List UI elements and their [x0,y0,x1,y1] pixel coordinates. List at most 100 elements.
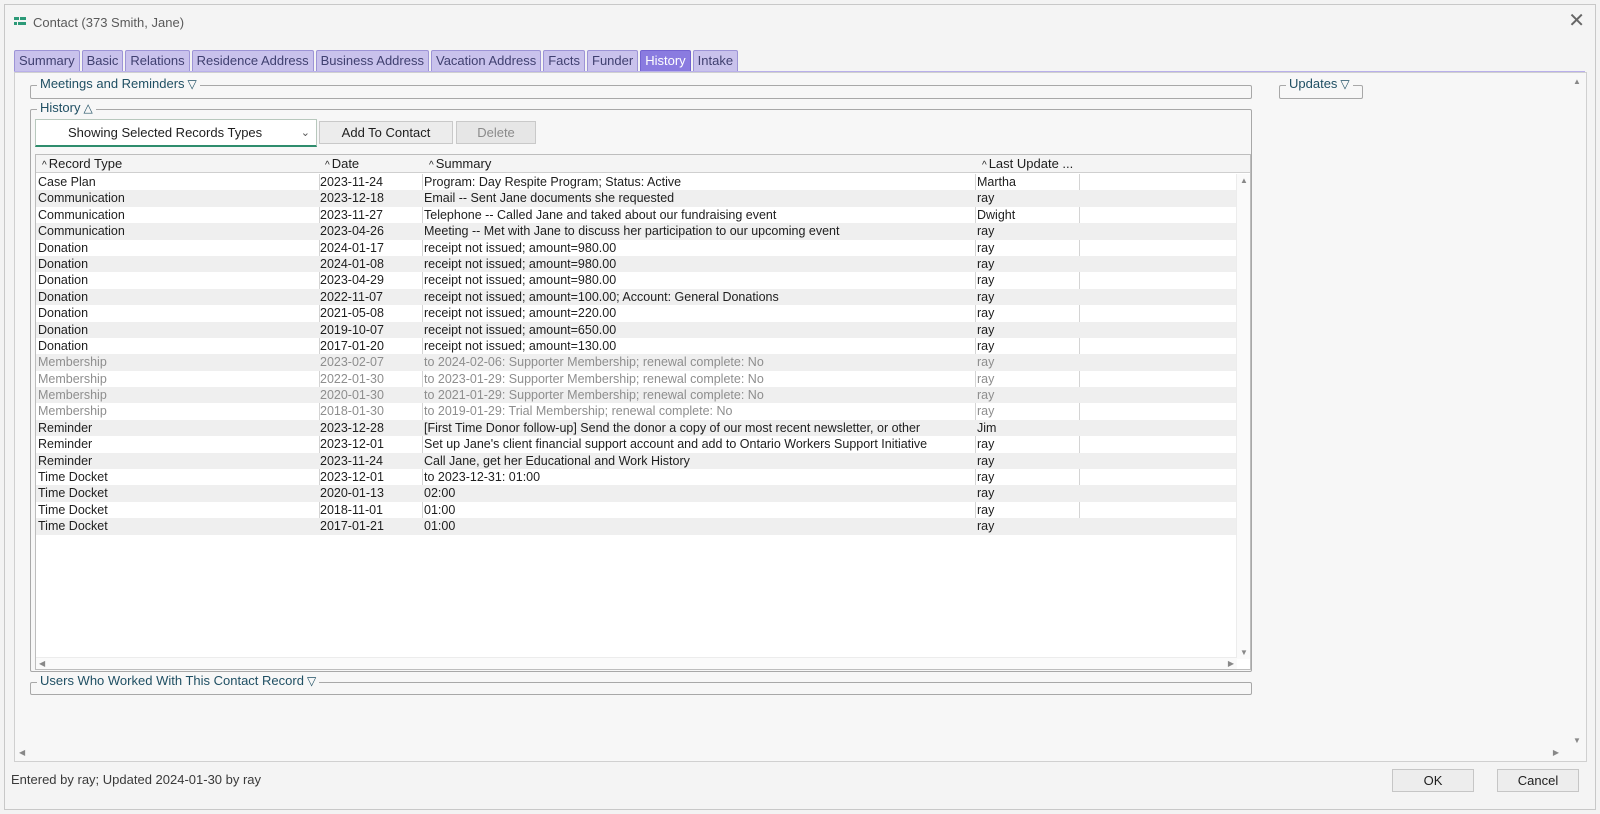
history-label: History [40,100,81,115]
tab-relations[interactable]: Relations [125,50,190,71]
record-type-cell: Membership [38,355,107,370]
summary-cell: Set up Jane's client financial support a… [424,437,928,452]
date-cell: 2021-05-08 [320,306,384,321]
summary-cell: receipt not issued; amount=980.00 [424,273,617,288]
panel-horizontal-scrollbar[interactable]: ◀ ▶ [19,747,1559,759]
date-cell: 2022-01-30 [320,371,384,386]
table-row[interactable]: Donation 2019-10-07 receipt not issued; am… [36,321,1237,338]
table-row[interactable]: Time Docket 2017-01-21 01:00 ray [36,518,1237,535]
scroll-up-icon[interactable]: ▲ [1240,176,1248,185]
table-row[interactable]: Communication 2023-12-18 Email -- Sent Jan… [36,190,1237,207]
users-worked-toggle[interactable]: Users Who Worked With This Contact Recor… [37,673,320,688]
table-row[interactable]: Donation 2021-05-08 receipt not issued; am… [36,305,1237,321]
summary-cell: Call Jane, get her Educational and Work … [424,453,690,468]
tab-residence-address[interactable]: Residence Address [191,50,314,71]
summary-cell: [First Time Donor follow-up] Send the do… [424,420,921,435]
last-update-cell: Jim [977,420,997,435]
summary-cell: to 2021-01-29: Supporter Membership; ren… [424,388,764,403]
panel-vertical-scrollbar[interactable]: ▲ ▼ [1570,77,1584,745]
scroll-right-icon[interactable]: ▶ [1228,659,1234,668]
table-vertical-scrollbar[interactable]: ▲ ▼ [1236,174,1250,659]
scroll-down-icon[interactable]: ▼ [1573,736,1581,745]
updates-toggle[interactable]: Updates ▽ [1286,76,1353,91]
record-type-filter-select[interactable]: Showing Selected Records Types ⌄ [35,119,317,147]
record-type-cell: Donation [38,322,89,337]
record-type-cell: Communication [38,207,125,222]
summary-cell: receipt not issued; amount=980.00 [424,240,617,255]
date-cell: 2023-04-29 [320,273,384,288]
table-row[interactable]: Donation 2024-01-17 receipt not issued; am… [36,240,1237,256]
table-row[interactable]: Time Docket 2018-11-01 01:00 ray [36,502,1237,518]
last-update-cell: ray [977,371,995,386]
summary-cell: to 2024-02-06: Supporter Membership; ren… [424,355,764,370]
table-row[interactable]: Communication 2023-11-27 Telephone -- Call… [36,207,1237,223]
tab-intake[interactable]: Intake [692,50,739,71]
table-row[interactable]: Reminder 2023-12-28 [First Time Donor foll… [36,419,1237,437]
tab-business-address[interactable]: Business Address [315,50,429,71]
table-row[interactable]: Membership 2018-01-30 to 2019-01-29: Trial… [36,403,1237,419]
table-row[interactable]: Case Plan 2023-11-24 Program: Day Respite … [36,174,1237,190]
meetings-reminders-section: Meetings and Reminders ▽ [30,76,1252,99]
tab-basic[interactable]: Basic [81,50,124,71]
scroll-down-icon[interactable]: ▼ [1240,648,1248,657]
tab-history[interactable]: History [640,50,691,71]
tab-facts[interactable]: Facts [543,50,585,71]
tab-vacation-address[interactable]: Vacation Address [430,50,542,71]
scroll-left-icon[interactable]: ◀ [39,659,45,668]
table-row[interactable]: Donation 2022-11-07 receipt not issued; am… [36,288,1237,306]
date-cell: 2023-02-07 [320,355,384,370]
table-row[interactable]: Donation 2024-01-08 receipt not issued; am… [36,255,1237,273]
add-to-contact-button[interactable]: Add To Contact [319,121,453,144]
last-update-cell: ray [977,388,995,403]
summary-cell: Email -- Sent Jane documents she request… [424,191,675,206]
column-header-summary[interactable]: ^ Summary [429,156,491,171]
summary-cell: receipt not issued; amount=650.00 [424,322,617,337]
summary-cell: receipt not issued; amount=130.00 [424,338,617,353]
last-update-cell: ray [977,502,995,517]
tab-summary[interactable]: Summary [14,50,80,71]
expand-triangle-icon: ▽ [306,674,317,688]
table-row[interactable]: Donation 2023-04-29 receipt not issued; am… [36,272,1237,288]
table-row[interactable]: Reminder 2023-12-01 Set up Jane's client f… [36,436,1237,452]
table-row[interactable]: Membership 2022-01-30 to 2023-01-29: Suppo… [36,371,1237,387]
meetings-reminders-toggle[interactable]: Meetings and Reminders ▽ [37,76,200,91]
table-horizontal-scrollbar[interactable]: ◀ ▶ [36,657,1237,669]
updates-label: Updates [1289,76,1338,91]
scroll-right-icon[interactable]: ▶ [1553,748,1559,757]
record-type-cell: Time Docket [38,502,108,517]
table-row[interactable]: Time Docket 2023-12-01 to 2023-12-31: 01:0… [36,469,1237,485]
history-toggle[interactable]: History △ [37,100,96,115]
summary-cell: to 2023-01-29: Supporter Membership; ren… [424,371,764,386]
date-cell: 2017-01-21 [320,519,384,534]
table-row[interactable]: Membership 2020-01-30 to 2021-01-29: Suppo… [36,387,1237,404]
summary-cell: to 2019-01-29: Trial Membership; renewal… [424,404,733,419]
cancel-button[interactable]: Cancel [1497,769,1579,792]
users-worked-section: Users Who Worked With This Contact Recor… [30,673,1252,695]
table-row[interactable]: Communication 2023-04-26 Meeting -- Met wi… [36,223,1237,240]
tab-funder[interactable]: Funder [587,50,639,71]
app-logo-icon [14,17,26,25]
sort-caret-icon: ^ [429,160,434,171]
column-header-label: Record Type [48,156,123,171]
last-update-cell: ray [977,437,995,452]
record-type-cell: Time Docket [38,470,108,485]
column-header-date[interactable]: ^ Date [325,156,359,171]
table-row[interactable]: Time Docket 2020-01-13 02:00 ray [36,485,1237,502]
column-header-last-update[interactable]: ^ Last Update ... [982,156,1073,171]
column-header-record-type[interactable]: ^ Record Type [42,156,122,171]
date-cell: 2023-12-28 [320,420,384,435]
scroll-left-icon[interactable]: ◀ [19,748,25,757]
table-row[interactable]: Donation 2017-01-20 receipt not issued; am… [36,338,1237,354]
last-update-cell: ray [977,306,995,321]
last-update-cell: ray [977,273,995,288]
date-cell: 2024-01-08 [320,256,384,271]
last-update-cell: Martha [977,175,1016,189]
table-row[interactable]: Membership 2023-02-07 to 2024-02-06: Suppo… [36,354,1237,371]
scroll-up-icon[interactable]: ▲ [1573,77,1581,86]
ok-button[interactable]: OK [1392,769,1474,792]
delete-button[interactable]: Delete [456,121,536,144]
table-row[interactable]: Reminder 2023-11-24 Call Jane, get her Edu… [36,452,1237,470]
summary-cell: receipt not issued; amount=100.00; Accou… [424,289,779,304]
close-icon[interactable]: ✕ [1568,11,1585,31]
last-update-cell: Dwight [977,207,1016,222]
